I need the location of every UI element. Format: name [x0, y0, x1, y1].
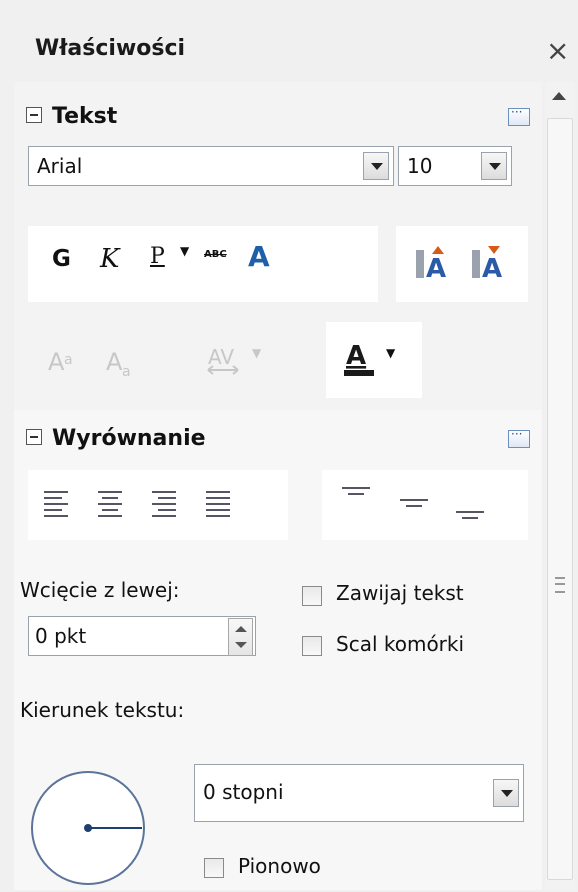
section-tekst: Tekst Arial 10 G K P ▼ ABC A A [14, 82, 542, 410]
italic-button[interactable]: K [100, 244, 119, 274]
chevron-down-icon[interactable] [481, 152, 507, 180]
strikethrough-button[interactable]: ABC [204, 249, 227, 260]
align-bottom-icon[interactable] [454, 484, 490, 524]
scrollbar-thumb[interactable] [547, 118, 573, 880]
vertical-align-toolbar [322, 470, 528, 540]
merge-cells-checkbox[interactable] [302, 636, 322, 656]
bold-button[interactable]: G [52, 246, 71, 272]
rotation-angle-combo[interactable]: 0 stopni [194, 764, 524, 822]
properties-panel: Tekst Arial 10 G K P ▼ ABC A A [14, 82, 542, 890]
svg-text:a: a [64, 352, 73, 368]
format-toolbar: G K P ▼ ABC A [28, 226, 378, 302]
merge-cells-label[interactable]: Scal komórki [336, 632, 464, 656]
svg-text:A: A [48, 348, 65, 376]
wrap-text-label[interactable]: Zawijaj tekst [336, 581, 464, 605]
font-color-toolbar: A ▼ [326, 322, 422, 398]
svg-text:AV: AV [208, 345, 234, 369]
indent-field[interactable]: 0 pkt [28, 616, 256, 656]
font-color-icon[interactable]: A [342, 338, 378, 378]
font-size-value: 10 [407, 154, 433, 178]
svg-text:A: A [426, 254, 446, 280]
indent-value: 0 pkt [35, 624, 87, 648]
vertical-label[interactable]: Pionowo [238, 854, 321, 878]
align-justify-icon[interactable] [204, 488, 234, 520]
collapse-icon[interactable] [26, 107, 42, 123]
chevron-down-icon[interactable] [493, 779, 519, 807]
close-button[interactable]: × [546, 34, 569, 67]
svg-text:A: A [106, 348, 123, 376]
chevron-down-icon[interactable] [363, 152, 389, 180]
underline-button[interactable]: P [150, 244, 165, 269]
underline-dropdown-icon[interactable]: ▼ [180, 244, 189, 258]
superscript-icon[interactable]: A a [46, 342, 82, 378]
section-wyrownanie: Wyrównanie ··· Wcięcie z lewej: 0 pkt Za… [14, 410, 542, 890]
panel-title: Właściwości [35, 36, 186, 61]
svg-text:A: A [482, 254, 502, 280]
svg-text:A: A [346, 341, 366, 371]
align-left-icon[interactable] [42, 488, 72, 520]
spacing-dropdown-icon[interactable]: ▼ [252, 346, 261, 360]
section-wyrownanie-header[interactable]: Wyrównanie [26, 426, 206, 451]
subscript-icon[interactable]: A a [104, 342, 140, 378]
wrap-text-checkbox[interactable] [302, 586, 322, 606]
font-name-value: Arial [37, 154, 83, 178]
font-color-dropdown-icon[interactable]: ▼ [386, 346, 395, 360]
grip-icon [555, 577, 565, 593]
align-right-icon[interactable] [150, 488, 180, 520]
character-spacing-icon[interactable]: AV [204, 342, 244, 378]
vertical-scrollbar[interactable] [546, 82, 574, 890]
align-middle-icon[interactable] [398, 484, 434, 524]
horizontal-align-toolbar [28, 470, 288, 540]
decrease-font-icon[interactable]: A [470, 244, 506, 280]
svg-text:a: a [122, 364, 131, 378]
collapse-icon[interactable] [26, 429, 42, 445]
align-top-icon[interactable] [340, 484, 376, 524]
section-tekst-header[interactable]: Tekst [26, 104, 117, 129]
section-tekst-title: Tekst [52, 104, 118, 129]
vertical-checkbox[interactable] [204, 858, 224, 878]
section-wyrownanie-title: Wyrównanie [52, 426, 206, 451]
shadow-button[interactable]: A [248, 240, 270, 273]
font-size-combo[interactable]: 10 [398, 146, 512, 186]
rotation-dial[interactable] [24, 764, 152, 892]
indent-spinner[interactable] [228, 618, 253, 656]
indent-label: Wcięcie z lewej: [20, 578, 180, 602]
rotation-angle-value: 0 stopni [203, 780, 284, 804]
wyrownanie-more-options-button[interactable] [508, 427, 530, 448]
script-toolbar: A a A a [28, 322, 178, 398]
font-name-combo[interactable]: Arial [28, 146, 394, 186]
tekst-more-options-button[interactable] [508, 105, 530, 126]
spacing-toolbar: AV ▼ [184, 322, 304, 398]
font-size-toolbar: A A [396, 226, 528, 302]
panel-title-bar: Właściwości × [0, 0, 578, 82]
scroll-up-icon[interactable] [552, 92, 566, 100]
text-direction-label: Kierunek tekstu: [20, 698, 185, 722]
align-center-icon[interactable] [96, 488, 126, 520]
increase-font-icon[interactable]: A [414, 244, 450, 280]
